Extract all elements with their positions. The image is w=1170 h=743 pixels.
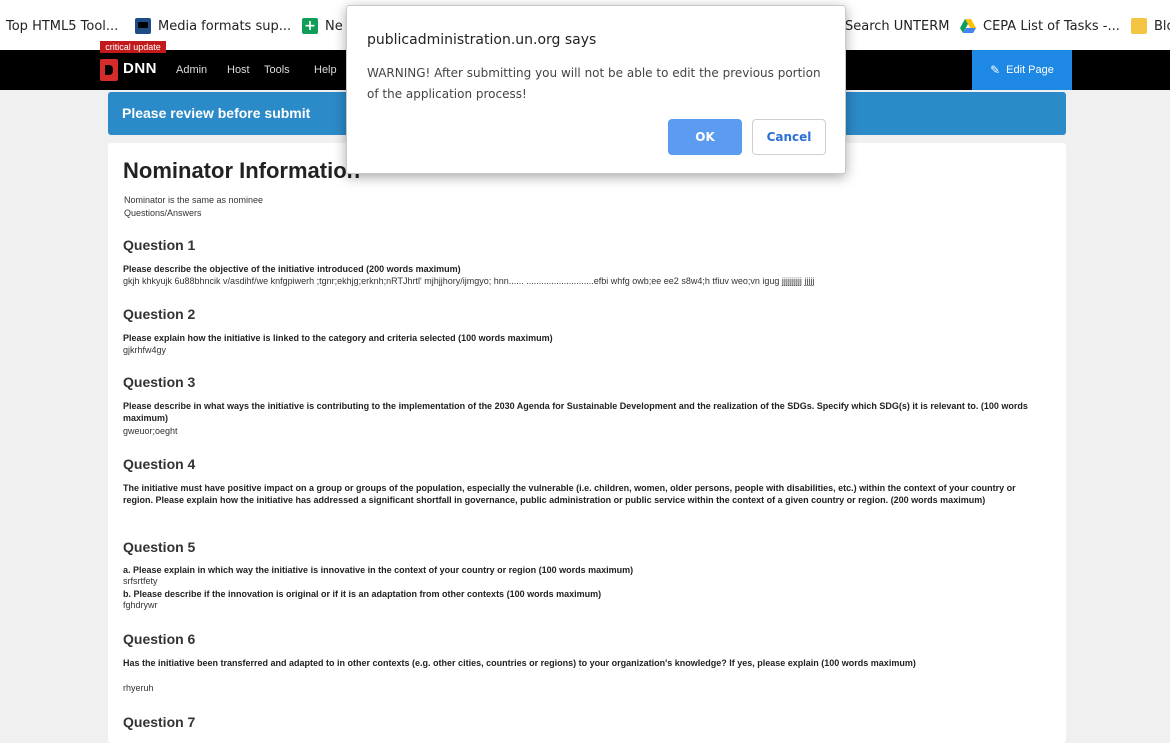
alert-dialog: publicadministration.un.org says WARNING… bbox=[346, 5, 846, 174]
question-5b-text: b. Please describe if the innovation is … bbox=[123, 589, 602, 599]
nominator-same-text: Nominator is the same as nominee bbox=[124, 195, 264, 205]
dialog-title: publicadministration.un.org says bbox=[367, 32, 597, 48]
nav-help[interactable]: Help bbox=[314, 64, 337, 76]
drive-icon bbox=[960, 18, 976, 34]
edit-page-button[interactable]: ✎ Edit Page bbox=[972, 50, 1072, 90]
tv-icon bbox=[135, 18, 151, 34]
nav-tools[interactable]: Tools bbox=[264, 64, 290, 76]
question-2-heading: Question 2 bbox=[123, 306, 196, 322]
bookmark-media-formats[interactable]: Media formats sup... bbox=[135, 17, 291, 35]
bookmark-ne[interactable]: + Ne bbox=[302, 17, 343, 35]
dialog-message: WARNING! After submitting you will not b… bbox=[367, 66, 821, 101]
folder-icon bbox=[1131, 18, 1147, 34]
question-1-text: Please describe the objective of the ini… bbox=[123, 264, 461, 274]
question-1-heading: Question 1 bbox=[123, 237, 196, 253]
review-card: Nominator Information Nominator is the s… bbox=[108, 143, 1066, 743]
question-5a-answer: srfsrtfety bbox=[123, 576, 158, 586]
question-4-heading: Question 4 bbox=[123, 456, 196, 472]
question-1-answer: gkjh khkyujk 6u88bhncik v/asdihf/we knfg… bbox=[123, 276, 815, 286]
questions-answers-label: Questions/Answers bbox=[124, 208, 202, 218]
question-3-text: Please describe in what ways the initiat… bbox=[123, 401, 1028, 423]
dnn-logo-icon bbox=[100, 59, 118, 81]
bookmark-label: Blo bbox=[1154, 18, 1170, 34]
question-7-heading: Question 7 bbox=[123, 714, 196, 730]
question-6-text: Has the initiative been transferred and … bbox=[123, 658, 916, 668]
question-4-text: The initiative must have positive impact… bbox=[123, 483, 1016, 505]
ok-button[interactable]: OK bbox=[668, 119, 742, 155]
cancel-button[interactable]: Cancel bbox=[752, 119, 826, 155]
edit-page-label: Edit Page bbox=[1006, 64, 1054, 76]
bookmark-cepa-tasks[interactable]: CEPA List of Tasks -... bbox=[960, 17, 1120, 35]
question-5-heading: Question 5 bbox=[123, 539, 196, 555]
bookmark-blo[interactable]: Blo bbox=[1131, 17, 1170, 35]
nav-admin[interactable]: Admin bbox=[176, 64, 207, 76]
question-5a-text: a. Please explain in which way the initi… bbox=[123, 565, 634, 575]
question-2-text: Please explain how the initiative is lin… bbox=[123, 333, 553, 343]
plus-icon: + bbox=[302, 18, 318, 34]
bookmark-label: Ne bbox=[325, 18, 343, 34]
pencil-icon: ✎ bbox=[990, 63, 1001, 77]
question-3-heading: Question 3 bbox=[123, 374, 196, 390]
bookmark-label: Media formats sup... bbox=[158, 18, 292, 34]
question-2-answer: gjkrhfw4gy bbox=[123, 345, 167, 355]
critical-update-badge[interactable]: critical update bbox=[100, 41, 166, 53]
page-title: Nominator Information bbox=[123, 158, 361, 183]
nav-host[interactable]: Host bbox=[227, 64, 250, 76]
bookmark-label: Search UNTERM bbox=[845, 18, 950, 34]
question-6-answer: rhyeruh bbox=[123, 683, 154, 693]
bookmark-search-unterm[interactable]: Search UNTERM bbox=[845, 17, 949, 35]
review-banner-text: Please review before submit bbox=[122, 105, 311, 121]
bookmark-top-html5[interactable]: Top HTML5 Tool... bbox=[6, 17, 118, 35]
bookmark-label: Top HTML5 Tool... bbox=[6, 18, 119, 34]
bookmark-label: CEPA List of Tasks -... bbox=[983, 18, 1120, 34]
question-5b-answer: fghdrywr bbox=[123, 600, 158, 610]
question-3-answer: gweuor;oeght bbox=[123, 426, 178, 436]
dnn-logo-text: DNN bbox=[123, 60, 157, 77]
question-6-heading: Question 6 bbox=[123, 631, 196, 647]
